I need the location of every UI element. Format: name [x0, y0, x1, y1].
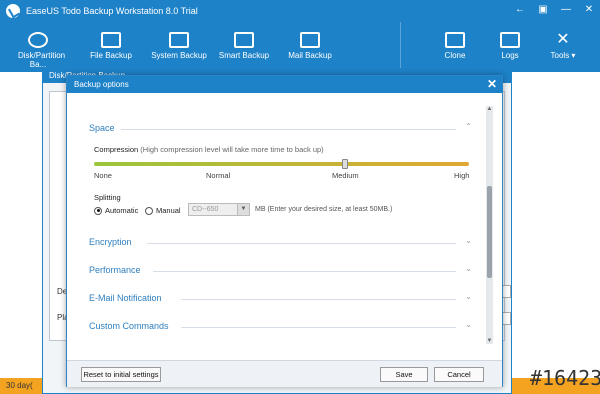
- compression-label: Compression (High compression level will…: [94, 145, 324, 154]
- toolbar-label: Clone: [444, 51, 466, 60]
- scrollbar-thumb[interactable]: [487, 186, 492, 278]
- split-automatic-radio[interactable]: Automatic: [94, 206, 138, 215]
- toolbar-system-backup[interactable]: System Backup: [144, 32, 214, 60]
- section-divider: [147, 243, 456, 244]
- compression-level-high: High: [454, 171, 470, 180]
- section-divider: [181, 327, 456, 328]
- folder-icon: [101, 32, 121, 48]
- toolbar-label: Tools ▾: [550, 51, 576, 60]
- toolbar-smart-backup[interactable]: Smart Backup: [209, 32, 279, 60]
- windows-icon: [169, 32, 189, 48]
- dialog-footer: Reset to initial settings Save Cancel: [67, 360, 502, 387]
- split-size-hint: MB (Enter your desired size, at least 50…: [255, 206, 393, 213]
- backup-options-dialog: Backup options ✕ Space ⌃ Compression (Hi…: [66, 75, 503, 387]
- scroll-up-icon[interactable]: ▲: [486, 106, 493, 112]
- restore-icon[interactable]: ▣: [536, 3, 550, 17]
- toolbar-label: System Backup: [151, 51, 207, 60]
- section-divider: [153, 271, 456, 272]
- app-window: EaseUS Todo Backup Workstation 8.0 Trial…: [0, 0, 600, 394]
- chevron-down-icon: ▼: [237, 204, 249, 215]
- watermark-text: #16423: [530, 366, 600, 390]
- chevron-down-icon[interactable]: ⌄: [465, 264, 472, 273]
- section-encryption[interactable]: Encryption ⌄: [89, 236, 474, 251]
- app-logo-icon: [6, 4, 20, 18]
- minimize-icon[interactable]: —: [559, 3, 573, 17]
- smart-icon: [234, 32, 254, 48]
- main-toolbar: Disk/Partition Ba... File Backup System …: [0, 22, 600, 72]
- compression-hint: (High compression level will take more t…: [140, 145, 324, 154]
- toolbar-label: Smart Backup: [218, 51, 270, 60]
- section-label: Encryption: [89, 237, 132, 247]
- tools-icon: ✕: [556, 31, 570, 48]
- toolbar-divider: [400, 22, 401, 72]
- toolbar-label: Disk/Partition Ba...: [18, 51, 66, 69]
- window-controls: ← ▣ — ✕: [513, 3, 596, 17]
- compression-slider-thumb[interactable]: [342, 159, 348, 169]
- split-manual-radio[interactable]: Manual: [145, 206, 181, 215]
- chevron-down-icon[interactable]: ⌄: [465, 320, 472, 329]
- section-divider: [181, 299, 456, 300]
- radio-label: Manual: [156, 206, 181, 215]
- radio-selected-icon: [94, 206, 102, 215]
- chevron-down-icon[interactable]: ⌄: [465, 236, 472, 245]
- close-icon[interactable]: ✕: [582, 3, 596, 17]
- reset-settings-button[interactable]: Reset to initial settings: [81, 367, 161, 382]
- toolbar-label: Logs: [501, 51, 519, 60]
- compression-level-medium: Medium: [332, 171, 359, 180]
- section-performance[interactable]: Performance ⌄: [89, 264, 474, 279]
- compression-level-normal: Normal: [206, 171, 231, 180]
- toolbar-disk-partition-backup[interactable]: Disk/Partition Ba...: [18, 32, 65, 69]
- section-custom-commands[interactable]: Custom Commands ⌄: [89, 320, 474, 335]
- compression-slider-track[interactable]: [94, 162, 469, 166]
- toolbar-tools[interactable]: ✕ Tools ▾: [528, 31, 598, 61]
- select-value: CD--650: [192, 206, 219, 213]
- dialog-header: Backup options ✕: [67, 76, 502, 93]
- disk-icon: [28, 32, 48, 48]
- section-email-notification[interactable]: E-Mail Notification ⌄: [89, 292, 474, 307]
- dialog-content: Space ⌃ Compression (High compression le…: [67, 93, 487, 359]
- dialog-title: Backup options: [74, 80, 129, 89]
- toolbar-file-backup[interactable]: File Backup: [76, 32, 146, 60]
- save-button[interactable]: Save: [380, 367, 428, 382]
- back-icon[interactable]: ←: [513, 3, 527, 17]
- toolbar-mail-backup[interactable]: Mail Backup: [275, 32, 345, 60]
- compression-level-none: None: [94, 171, 112, 180]
- toolbar-label: Mail Backup: [288, 51, 332, 60]
- section-divider: [121, 129, 456, 130]
- section-space[interactable]: Space ⌃: [89, 122, 474, 137]
- clone-icon: [445, 32, 465, 48]
- mail-icon: [300, 32, 320, 48]
- section-label: Performance: [89, 265, 141, 275]
- radio-label: Automatic: [105, 206, 139, 215]
- section-label: E-Mail Notification: [89, 293, 162, 303]
- compression-title: Compression: [94, 145, 139, 154]
- radio-unselected-icon: [145, 206, 153, 215]
- window-title: EaseUS Todo Backup Workstation 8.0 Trial: [26, 6, 198, 16]
- logs-icon: [500, 32, 520, 48]
- splitting-label: Splitting: [94, 193, 121, 202]
- split-size-select[interactable]: CD--650 ▼: [188, 203, 250, 216]
- scroll-down-icon[interactable]: ▼: [486, 338, 493, 344]
- toolbar-label: File Backup: [90, 51, 132, 60]
- trial-status: 30 day(: [6, 381, 33, 390]
- section-label: Custom Commands: [89, 321, 169, 331]
- dialog-scrollbar[interactable]: ▲ ▼: [486, 106, 493, 344]
- cancel-button[interactable]: Cancel: [434, 367, 484, 382]
- title-bar: EaseUS Todo Backup Workstation 8.0 Trial…: [0, 0, 600, 22]
- chevron-up-icon[interactable]: ⌃: [465, 122, 472, 131]
- chevron-down-icon[interactable]: ⌄: [465, 292, 472, 301]
- section-label: Space: [89, 123, 115, 133]
- dialog-close-icon[interactable]: ✕: [487, 77, 497, 91]
